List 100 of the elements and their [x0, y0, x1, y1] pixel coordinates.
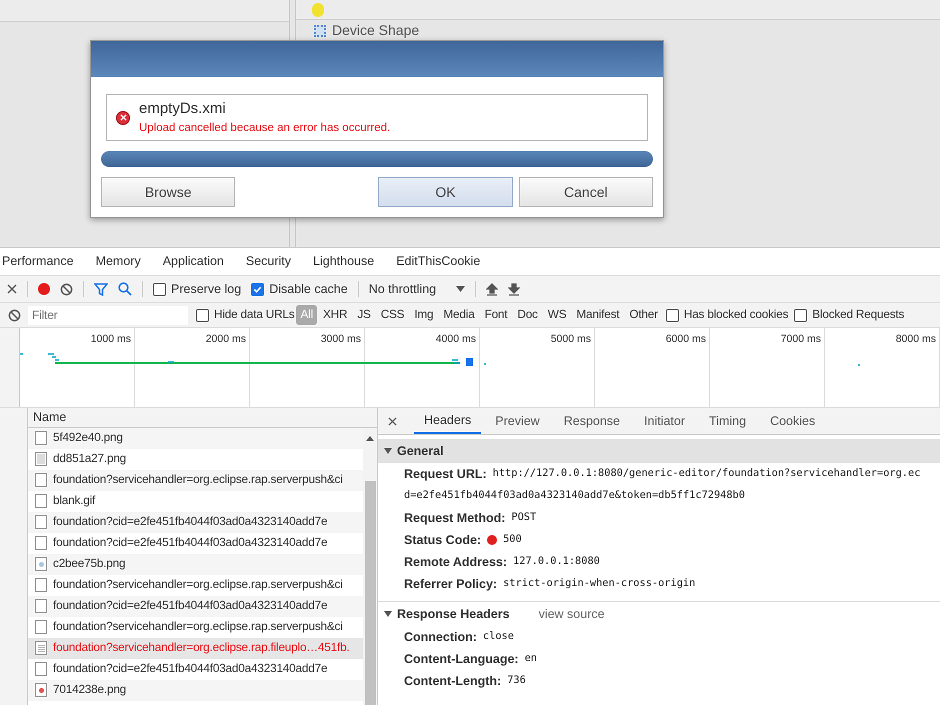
- bulb-icon: [312, 2, 324, 16]
- request-row[interactable]: foundation?cid=e2fe451fb4044f03ad0a4323140add7e: [28, 512, 363, 533]
- panel-title: Device Shape: [332, 21, 420, 40]
- block-icon[interactable]: [8, 308, 20, 322]
- header-name: Connection:: [404, 628, 477, 646]
- type-filter[interactable]: Other: [625, 305, 662, 325]
- column-header[interactable]: Name: [33, 408, 66, 427]
- checkbox-label: Hide data URLs: [214, 306, 294, 324]
- header-name: Status Code:: [404, 532, 482, 549]
- file-icon: [35, 620, 47, 634]
- details-tab[interactable]: Preview: [485, 408, 550, 434]
- panel-tab[interactable]: Application: [162, 248, 224, 275]
- type-filter[interactable]: Media: [439, 305, 479, 325]
- header-value: 127.0.0.1:8080: [513, 554, 600, 570]
- checkbox[interactable]: [666, 308, 679, 322]
- details-tab[interactable]: Headers: [414, 408, 482, 434]
- close-icon[interactable]: [388, 416, 397, 426]
- download-icon[interactable]: [508, 282, 520, 296]
- request-row[interactable]: foundation?cid=e2fe451fb4044f03ad0a4323140add7e: [28, 596, 363, 617]
- details-tab[interactable]: Response: [554, 408, 630, 434]
- details-tab[interactable]: Timing: [699, 408, 756, 434]
- request-name: 7014238e.png: [53, 681, 126, 698]
- details-tab[interactable]: Cookies: [760, 408, 826, 434]
- request-row[interactable]: c2bee75b.png: [28, 554, 363, 575]
- section-title: General: [397, 442, 444, 460]
- clear-icon[interactable]: [60, 282, 73, 296]
- close-icon[interactable]: [7, 284, 17, 294]
- request-row[interactable]: 7014238e.png: [28, 680, 363, 701]
- file-icon: [35, 599, 47, 614]
- details-tab[interactable]: Initiator: [634, 408, 696, 434]
- type-filter[interactable]: WS: [544, 305, 570, 325]
- header-name: Remote Address:: [404, 554, 508, 571]
- upload-icon[interactable]: [486, 282, 498, 296]
- header-name: Request URL:: [404, 466, 487, 483]
- request-name: blank.gif: [53, 492, 96, 510]
- header-value: POST: [511, 510, 536, 526]
- caret-icon: [384, 611, 392, 617]
- checkbox-label: Disable cache: [269, 280, 348, 298]
- request-row[interactable]: 5f492e40.png: [28, 428, 363, 449]
- panel-tab[interactable]: EditThisCookie: [396, 248, 480, 275]
- header-value: http://127.0.0.1:8080/generic-editor/foundation?servicehandler=org.ec: [492, 466, 920, 482]
- request-name: foundation?servicehandler=org.eclipse.rap.serverpush&ci: [53, 471, 343, 488]
- checkbox[interactable]: [196, 308, 209, 322]
- time-tick-label: 3000 ms: [320, 332, 361, 347]
- request-row[interactable]: foundation?servicehandler=org.eclipse.rap.fileuplo…451fb.: [28, 638, 363, 659]
- panel-tab[interactable]: Performance: [2, 248, 74, 275]
- filter-icon[interactable]: [94, 282, 108, 296]
- dialog-button[interactable]: OK: [378, 177, 513, 207]
- scrollbar[interactable]: [363, 428, 377, 705]
- search-icon[interactable]: [118, 282, 132, 296]
- type-filter[interactable]: XHR: [319, 305, 352, 325]
- panel-tab[interactable]: Lighthouse: [313, 248, 374, 275]
- request-name: foundation?cid=e2fe451fb4044f03ad0a4323140add7e: [53, 534, 328, 552]
- section-header[interactable]: General: [378, 439, 940, 463]
- caret-icon: [456, 286, 466, 292]
- type-filter[interactable]: Manifest: [572, 305, 624, 325]
- file-icon: [35, 494, 47, 508]
- type-filter[interactable]: Font: [480, 305, 512, 325]
- header-name: Referrer Policy:: [404, 576, 498, 593]
- filter-input[interactable]: Filter: [28, 306, 188, 324]
- scroll-up-icon[interactable]: [366, 436, 374, 441]
- header-name: Content-Language:: [404, 650, 519, 668]
- record-button[interactable]: [38, 283, 50, 295]
- caret-icon: [384, 448, 392, 454]
- checkbox-label: Preserve log: [171, 280, 242, 298]
- type-filter[interactable]: JS: [353, 305, 375, 325]
- checkbox-label: Has blocked cookies: [684, 306, 788, 324]
- panel-tab[interactable]: Memory: [96, 248, 141, 275]
- file-icon: [35, 473, 47, 488]
- throttling-dropdown[interactable]: No throttling: [368, 280, 466, 298]
- checkbox[interactable]: [153, 282, 166, 296]
- file-icon: [35, 578, 47, 592]
- header-name: Request Method:: [404, 510, 506, 527]
- request-name: 5f492e40.png: [53, 429, 123, 446]
- checkbox[interactable]: [794, 308, 808, 322]
- request-name: dd851a27.png: [53, 450, 126, 468]
- file-name: emptyDs.xmi: [139, 98, 227, 119]
- request-name: foundation?cid=e2fe451fb4044f03ad0a4323140add7e: [53, 660, 328, 678]
- file-icon: [35, 536, 47, 550]
- request-name: foundation?servicehandler=org.eclipse.rap.serverpush&ci: [53, 576, 343, 594]
- error-message: Upload cancelled because an error has occurred.: [139, 121, 390, 136]
- section-header[interactable]: Response Headers view source: [378, 602, 940, 626]
- dialog-button[interactable]: Cancel: [518, 177, 653, 207]
- request-name: foundation?cid=e2fe451fb4044f03ad0a4323140add7e: [53, 597, 328, 614]
- panel-tab[interactable]: Security: [246, 248, 292, 275]
- checkbox[interactable]: [251, 282, 264, 296]
- type-filter[interactable]: Doc: [513, 305, 542, 325]
- header-value: 500: [503, 532, 522, 548]
- dialog-button[interactable]: Browse: [101, 177, 236, 207]
- time-tick-label: 6000 ms: [666, 332, 706, 347]
- time-tick-label: 1000 ms: [90, 332, 131, 347]
- view-source-link[interactable]: view source: [538, 604, 605, 624]
- time-tick-label: 5000 ms: [550, 332, 591, 347]
- request-name: c2bee75b.png: [53, 555, 126, 572]
- header-name: Content-Length:: [404, 672, 502, 690]
- request-row[interactable]: foundation?servicehandler=org.eclipse.rap.serverpush&ci: [28, 470, 363, 491]
- type-filter[interactable]: CSS: [376, 305, 408, 325]
- time-tick-label: 2000 ms: [206, 332, 246, 347]
- checkbox-label: Blocked Requests: [812, 306, 904, 324]
- type-filter[interactable]: Img: [410, 305, 438, 325]
